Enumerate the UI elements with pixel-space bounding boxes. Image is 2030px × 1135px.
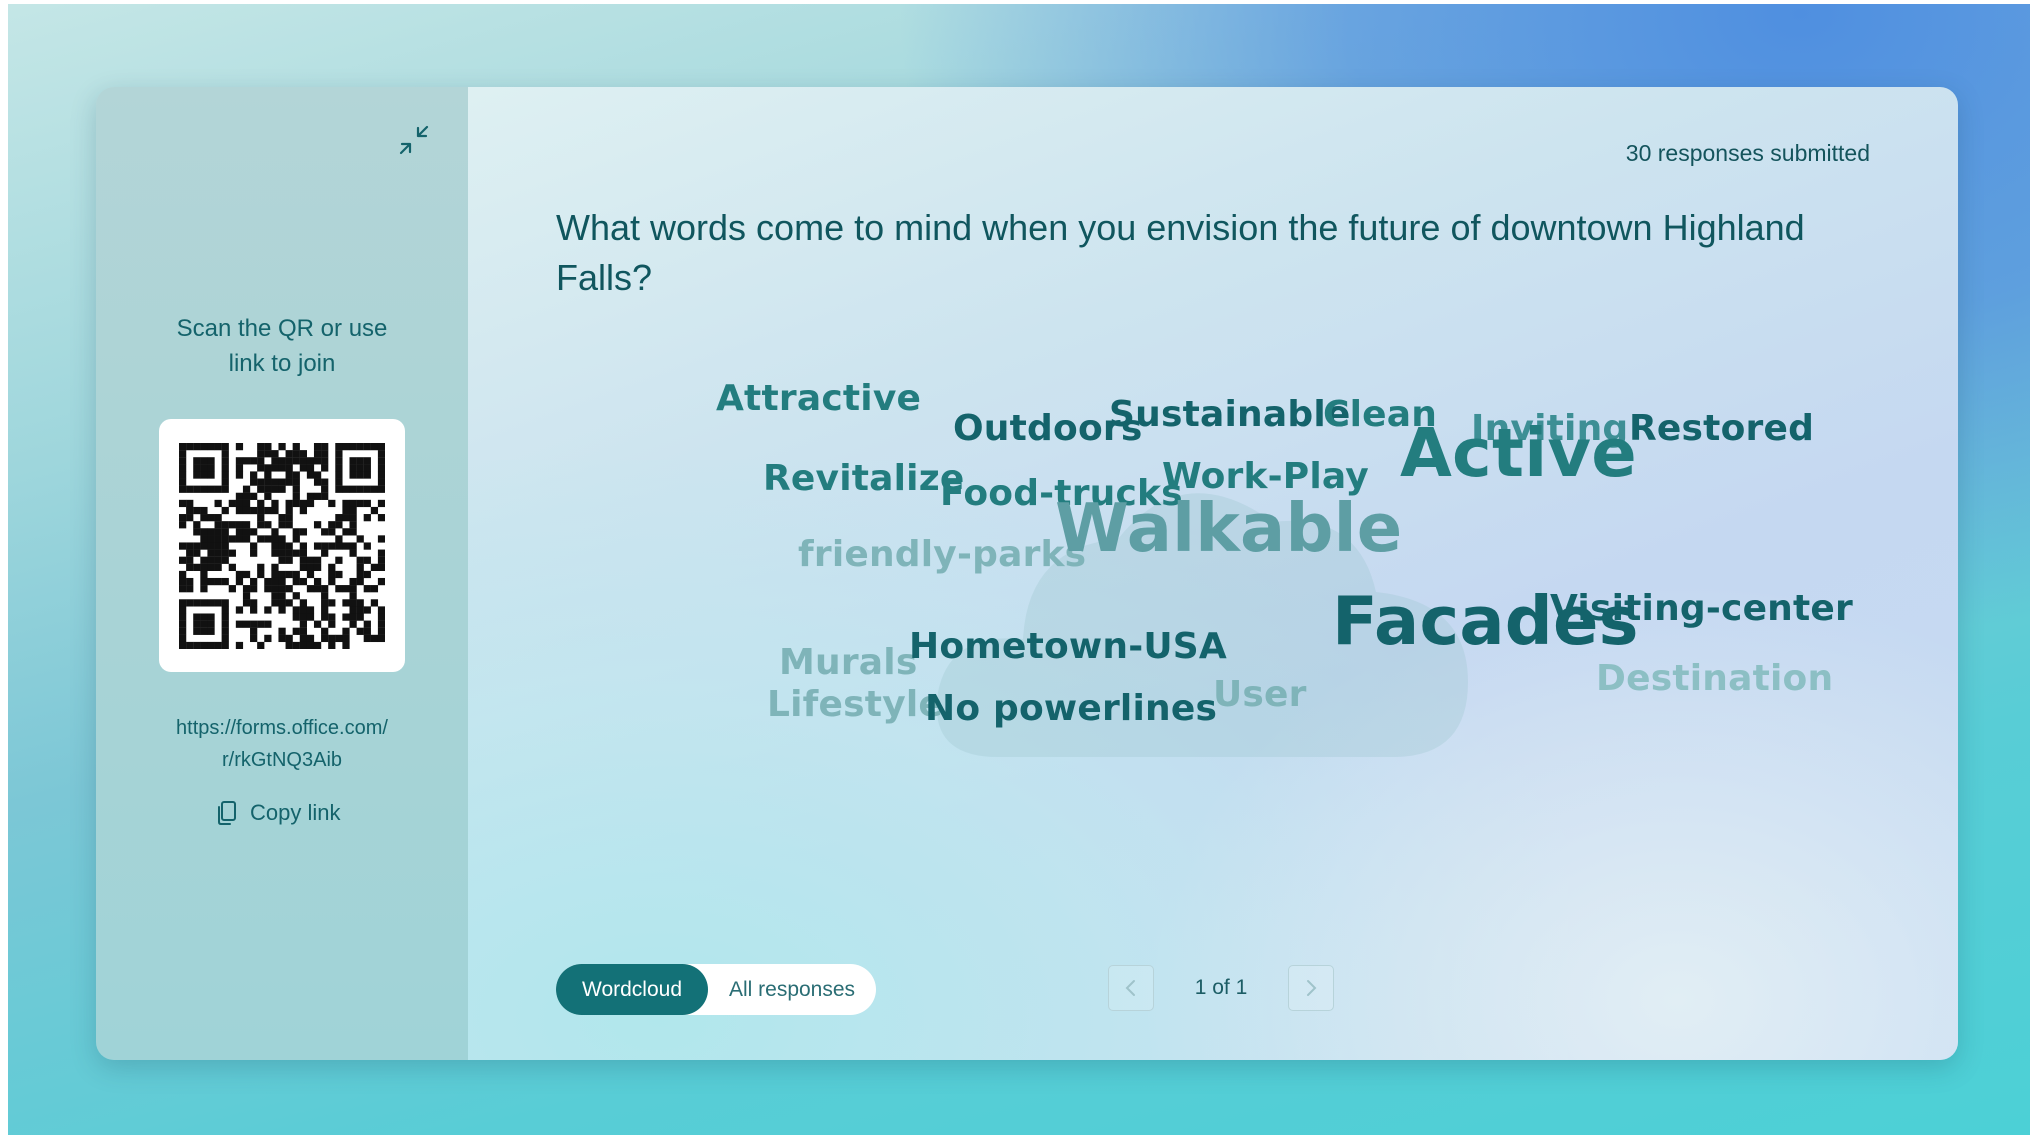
- previous-page-button[interactable]: [1108, 965, 1154, 1011]
- join-link-line: r/rkGtNQ3Aib: [221, 749, 343, 771]
- wordcloud-word: Murals: [779, 642, 918, 683]
- view-tabs: Wordcloud All responses: [556, 964, 876, 1015]
- collapse-arrows-icon: [399, 125, 429, 155]
- copy-icon: [218, 801, 236, 825]
- next-page-button[interactable]: [1288, 965, 1334, 1011]
- wordcloud-word: Lifestyle: [767, 684, 944, 725]
- join-link[interactable]: https://forms.office.com/ r/rkGtNQ3Aib: [126, 712, 438, 776]
- wordcloud-word: No powerlines: [925, 688, 1218, 729]
- wordcloud-word: Hometown-USA: [909, 626, 1227, 667]
- question-title: What words come to mind when you envisio…: [556, 207, 1805, 298]
- chevron-right-icon: [1307, 980, 1317, 996]
- copy-link-label: Copy link: [250, 800, 341, 825]
- wordcloud-word: friendly-parks: [798, 534, 1087, 575]
- responses-count: 30 responses submitted: [1625, 140, 1870, 166]
- tab-all-responses[interactable]: All responses: [708, 964, 876, 1015]
- pager: 1 of 1: [1108, 965, 1334, 1011]
- join-link-line: https://forms.office.com/: [176, 717, 388, 739]
- wordcloud-word: Restored: [1629, 408, 1815, 449]
- wordcloud-word: Destination: [1596, 658, 1834, 699]
- wordcloud-word: Active: [1400, 414, 1637, 492]
- wordcloud-results-panel: Scan the QR or use link to join https://…: [96, 87, 1958, 1060]
- join-sidebar: Scan the QR or use link to join https://…: [96, 87, 468, 1060]
- join-instructions: Scan the QR or use link to join: [136, 311, 428, 381]
- results-main-area: 30 responses submitted What words come t…: [468, 87, 1958, 1060]
- join-instructions-line: Scan the QR or use: [176, 315, 388, 342]
- page-indicator: 1 of 1: [1194, 976, 1248, 999]
- wordcloud-word: Sustainable: [1109, 394, 1351, 435]
- wordcloud-word: Attractive: [716, 378, 922, 419]
- wordcloud-word: User: [1213, 674, 1307, 715]
- copy-link-button[interactable]: Copy link: [216, 795, 340, 831]
- qr-code: [159, 419, 405, 672]
- wordcloud-word: Facades: [1332, 582, 1639, 660]
- tab-wordcloud[interactable]: Wordcloud: [556, 964, 708, 1015]
- collapse-button[interactable]: [396, 122, 432, 158]
- wordcloud-word: Walkable: [1055, 489, 1403, 567]
- chevron-left-icon: [1125, 980, 1135, 996]
- join-instructions-line: link to join: [228, 350, 336, 377]
- wordcloud-word: Revitalize: [763, 458, 965, 499]
- qr-code-image: [179, 442, 385, 649]
